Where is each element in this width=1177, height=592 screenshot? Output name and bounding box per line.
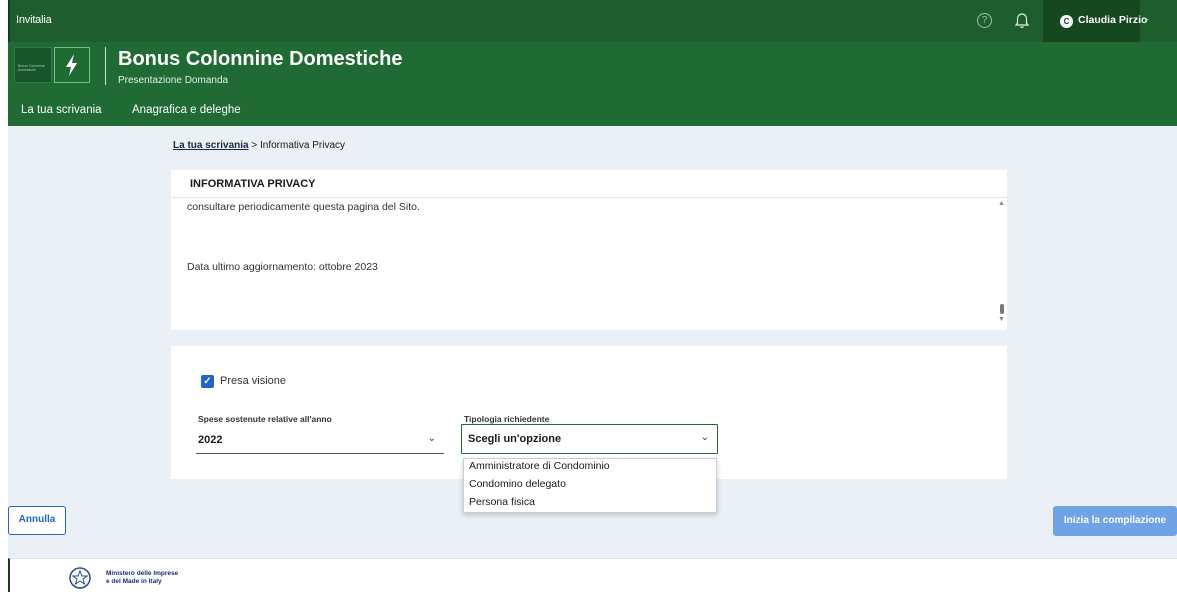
- user-name: Claudia Pirzio: [1078, 14, 1148, 26]
- nav-item-scrivania[interactable]: La tua scrivania: [21, 104, 102, 116]
- chevron-down-icon: ⌄: [1143, 13, 1151, 23]
- invitalia-brand: Invitalia: [16, 14, 52, 26]
- presa-visione-checkbox[interactable]: ✓: [201, 375, 214, 388]
- header-divider: [105, 47, 106, 85]
- dropdown-option[interactable]: Persona fisica: [469, 496, 535, 508]
- year-field-label: Spese sostenute relative all'anno: [198, 414, 332, 424]
- tipologia-select-value: Scegli un'opzione: [468, 433, 562, 445]
- breadcrumb-home-link[interactable]: La tua scrivania: [173, 140, 249, 151]
- divider: [171, 197, 1007, 198]
- year-select[interactable]: 2022 ⌄: [196, 426, 444, 454]
- lightning-bolt-icon: [54, 47, 90, 83]
- footer: Ministero delle Imprese e del Made in It…: [8, 558, 1177, 592]
- top-bar: Invitalia ? C Claudia Pirzio ⌄: [8, 0, 1177, 42]
- breadcrumb-current: Informativa Privacy: [260, 140, 346, 151]
- ministry-name: Ministero delle Imprese e del Made in It…: [106, 570, 178, 585]
- chevron-down-icon: ⌄: [427, 433, 436, 444]
- logo-text: Bonus Colonnine domestiche: [18, 64, 45, 72]
- user-menu[interactable]: C Claudia Pirzio ⌄: [1043, 0, 1151, 42]
- checkbox-label: Presa visione: [220, 375, 287, 387]
- privacy-panel[interactable]: INFORMATIVA PRIVACY consultare periodica…: [171, 170, 1007, 330]
- help-icon[interactable]: ?: [977, 13, 992, 28]
- privacy-last-updated: Data ultimo aggiornamento: ottobre 2023: [187, 261, 378, 273]
- ministry-line-2: e del Made in Italy: [106, 577, 162, 585]
- dropdown-option[interactable]: Condomino delegato: [469, 478, 566, 490]
- main-content: La tua scrivania > Informativa Privacy I…: [8, 126, 1177, 558]
- scrollbar-thumb[interactable]: [1000, 304, 1004, 314]
- tipologia-select[interactable]: Scegli un'opzione ⌄: [461, 424, 718, 454]
- avatar: C: [1060, 15, 1073, 28]
- breadcrumb: La tua scrivania > Informativa Privacy: [173, 140, 345, 151]
- breadcrumb-separator: >: [251, 140, 258, 151]
- nav-item-anagrafica[interactable]: Anagrafica e deleghe: [132, 104, 241, 116]
- page-title: Bonus Colonnine Domestiche: [118, 48, 403, 70]
- program-logo: Bonus Colonnine domestiche: [14, 47, 52, 83]
- page-subtitle: Presentazione Domanda: [118, 75, 229, 86]
- scroll-down-arrow-icon[interactable]: ▼: [998, 316, 1005, 323]
- app-header: Bonus Colonnine domestiche Bonus Colonni…: [8, 42, 1177, 126]
- chevron-down-icon: ⌄: [700, 432, 709, 443]
- notification-bell-icon[interactable]: [1014, 12, 1030, 30]
- start-application-button[interactable]: Inizia la compilazione: [1053, 506, 1177, 536]
- ministry-line-1: Ministero delle Imprese: [106, 570, 179, 577]
- dropdown-option[interactable]: Amministratore di Condominio: [469, 460, 610, 472]
- year-select-value: 2022: [198, 434, 223, 446]
- scroll-up-arrow-icon[interactable]: ▲: [998, 200, 1005, 207]
- tipologia-dropdown-menu: Amministratore di Condominio Condomino d…: [463, 458, 717, 513]
- italian-republic-emblem-icon: [68, 566, 92, 592]
- cancel-button[interactable]: Annulla: [8, 506, 66, 535]
- type-field-label: Tipologia richiedente: [464, 414, 550, 424]
- privacy-text: consultare periodicamente questa pagina …: [187, 201, 420, 213]
- privacy-heading: INFORMATIVA PRIVACY: [190, 178, 316, 190]
